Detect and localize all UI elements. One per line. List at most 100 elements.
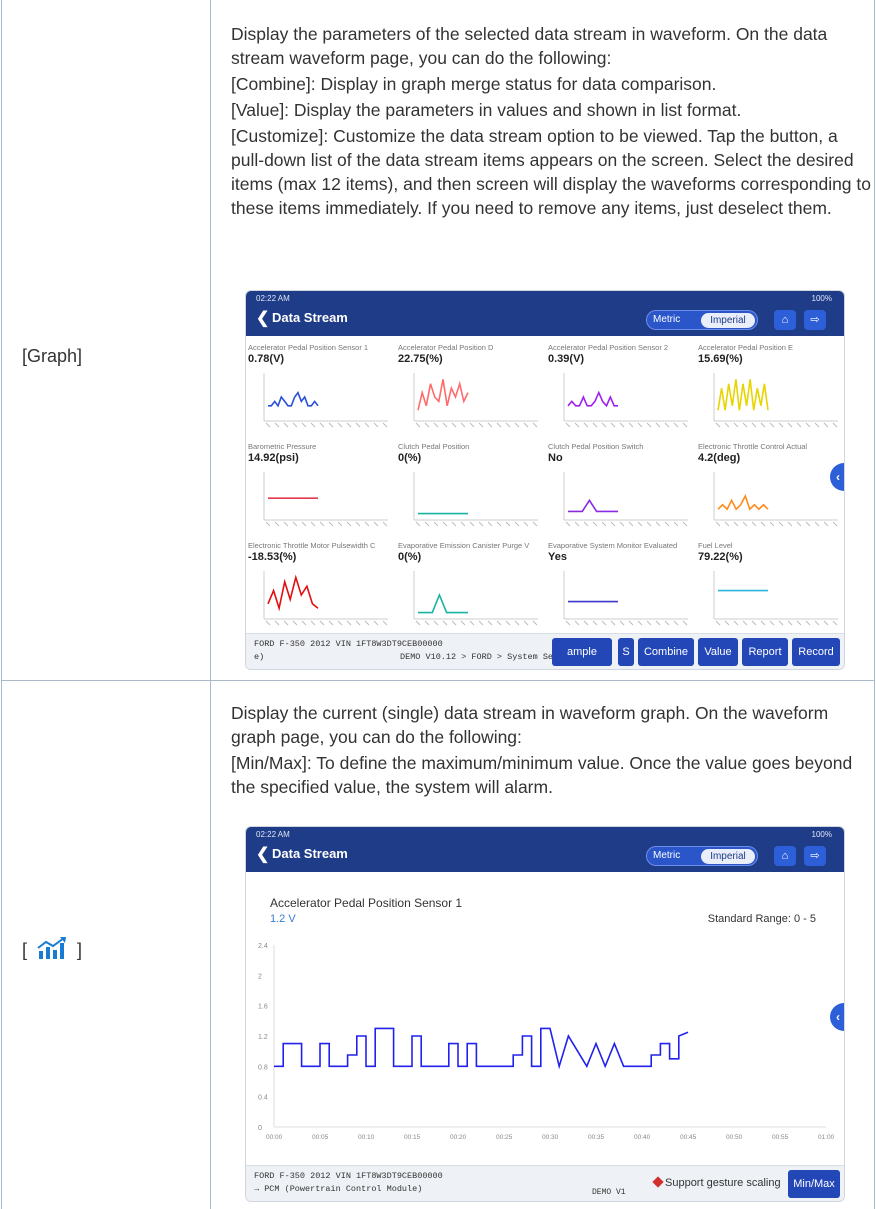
module-path: → PCM (Powertrain Control Module) — [254, 1184, 423, 1194]
table-row-single-graph: [ ] Display the current (single) data st… — [1, 680, 875, 1209]
x-tick — [451, 620, 457, 626]
waveform-cell[interactable]: Electronic Throttle Control Actual 4.2(de… — [698, 442, 844, 537]
y-tick-label: 2 — [258, 973, 262, 980]
waveform-cell[interactable]: Fuel Level 79.22(%) — [698, 541, 844, 636]
exit-icon[interactable]: ⇨ — [804, 310, 826, 330]
parameter-value: 22.75(%) — [398, 353, 443, 365]
x-tick — [523, 521, 529, 527]
x-tick — [619, 620, 625, 626]
mini-waveform — [413, 571, 538, 626]
x-tick — [619, 422, 625, 428]
exit-icon[interactable]: ⇨ — [804, 846, 826, 866]
x-tick-label: 00:35 — [588, 1134, 605, 1141]
x-tick — [469, 422, 475, 428]
current-value: 1.2 V — [270, 913, 296, 925]
toggle-imperial[interactable]: Imperial — [701, 313, 755, 328]
footer-partial: e) — [254, 652, 265, 662]
parameter-name: Accelerator Pedal Position Sensor 1 — [248, 343, 369, 352]
x-tick-label: 00:30 — [542, 1134, 559, 1141]
parameter-name: Evaporative Emission Canister Purge V — [398, 541, 530, 550]
toggle-imperial[interactable]: Imperial — [701, 849, 755, 864]
parameter-value: 14.92(psi) — [248, 452, 299, 464]
x-tick — [355, 521, 361, 527]
x-tick — [565, 620, 571, 626]
s-button[interactable]: S — [618, 638, 634, 666]
report-button[interactable]: Report — [742, 638, 788, 666]
parameter-value: -18.53(%) — [248, 551, 297, 563]
paragraph-combine: [Combine]: Display in graph merge status… — [231, 74, 717, 94]
x-tick — [382, 521, 388, 527]
mini-waveform — [413, 472, 538, 527]
paragraph-intro: Display the current (single) data stream… — [231, 703, 829, 747]
waveform-cell[interactable]: Accelerator Pedal Position Sensor 2 0.39(… — [548, 343, 698, 438]
waveform-cell[interactable]: Accelerator Pedal Position E 15.69(%) — [698, 343, 844, 438]
toggle-metric[interactable]: Metric — [653, 850, 680, 861]
y-tick-label: 2.4 — [258, 943, 268, 950]
x-tick — [532, 521, 538, 527]
x-tick — [505, 620, 511, 626]
x-tick — [283, 620, 289, 626]
x-tick — [505, 422, 511, 428]
unit-toggle[interactable]: Metric Imperial — [646, 310, 758, 330]
parameter-name: Accelerator Pedal Position D — [398, 343, 494, 352]
x-tick — [664, 422, 670, 428]
x-tick — [751, 620, 757, 626]
waveform-cell[interactable]: Clutch Pedal Position 0(%) — [398, 442, 548, 537]
home-icon[interactable]: ⌂ — [774, 846, 796, 866]
x-tick — [832, 620, 838, 626]
vehicle-info: FORD F-350 2012 VIN 1FT8W3DT9CEB00000 — [254, 1171, 443, 1181]
home-icon[interactable]: ⌂ — [774, 310, 796, 330]
sample-button[interactable]: ample — [552, 638, 612, 666]
x-tick — [292, 521, 298, 527]
waveform-cell[interactable]: Clutch Pedal Position Switch No — [548, 442, 698, 537]
y-tick-label: 0.8 — [258, 1064, 268, 1071]
demo-version: DEMO V1 — [592, 1188, 626, 1197]
parameter-name: Electronic Throttle Motor Pulsewidth C — [248, 541, 376, 550]
x-tick — [364, 521, 370, 527]
x-tick — [442, 620, 448, 626]
x-tick — [724, 422, 730, 428]
waveform-chart[interactable]: 0 0.4 0.8 1.2 1.6 2 2.4 00:00 00:05 00:10 00:15 00:… — [246, 937, 845, 1157]
unit-toggle[interactable]: Metric Imperial — [646, 846, 758, 866]
x-tick — [514, 521, 520, 527]
waveform-cell[interactable]: Electronic Throttle Motor Pulsewidth C -1… — [248, 541, 398, 636]
waveform-cell[interactable]: Barometric Pressure 14.92(psi) — [248, 442, 398, 537]
x-tick — [610, 521, 616, 527]
x-tick — [805, 620, 811, 626]
mini-waveform — [713, 571, 838, 626]
description-cell: Display the current (single) data stream… — [211, 681, 874, 1209]
parameter-value: 79.22(%) — [698, 551, 743, 563]
x-tick — [664, 620, 670, 626]
x-tick — [823, 422, 829, 428]
x-tick — [382, 422, 388, 428]
x-tick — [487, 521, 493, 527]
description-cell: Display the parameters of the selected d… — [211, 0, 874, 680]
waveform-line — [717, 493, 769, 511]
waveform-cell[interactable]: Evaporative Emission Canister Purge V 0(%… — [398, 541, 548, 636]
sensor-name: Accelerator Pedal Position Sensor 1 — [270, 896, 463, 910]
waveform-cell[interactable]: Accelerator Pedal Position Sensor 1 0.78(… — [248, 343, 398, 438]
toggle-metric[interactable]: Metric — [653, 314, 680, 325]
x-tick-label: 00:55 — [772, 1134, 789, 1141]
x-tick — [646, 521, 652, 527]
x-tick — [742, 620, 748, 626]
x-tick — [655, 620, 661, 626]
back-chevron-icon[interactable]: ❮ — [256, 844, 269, 864]
combine-button[interactable]: Combine — [638, 638, 694, 666]
x-tick — [523, 620, 529, 626]
x-tick — [592, 521, 598, 527]
waveform-cell[interactable]: Accelerator Pedal Position D 22.75(%) — [398, 343, 548, 438]
back-chevron-icon[interactable]: ❮ — [256, 308, 269, 328]
waveform-cell[interactable]: Evaporative System Monitor Evaluated Yes — [548, 541, 698, 636]
x-tick — [601, 620, 607, 626]
waveform-line — [568, 498, 618, 513]
value-button[interactable]: Value — [698, 638, 738, 666]
x-tick — [769, 422, 775, 428]
x-tick — [442, 521, 448, 527]
x-tick — [769, 620, 775, 626]
x-tick-label: 00:00 — [266, 1134, 283, 1141]
x-tick — [610, 620, 616, 626]
x-tick — [469, 620, 475, 626]
minmax-button[interactable]: Min/Max — [788, 1170, 840, 1198]
record-button[interactable]: Record — [792, 638, 840, 666]
